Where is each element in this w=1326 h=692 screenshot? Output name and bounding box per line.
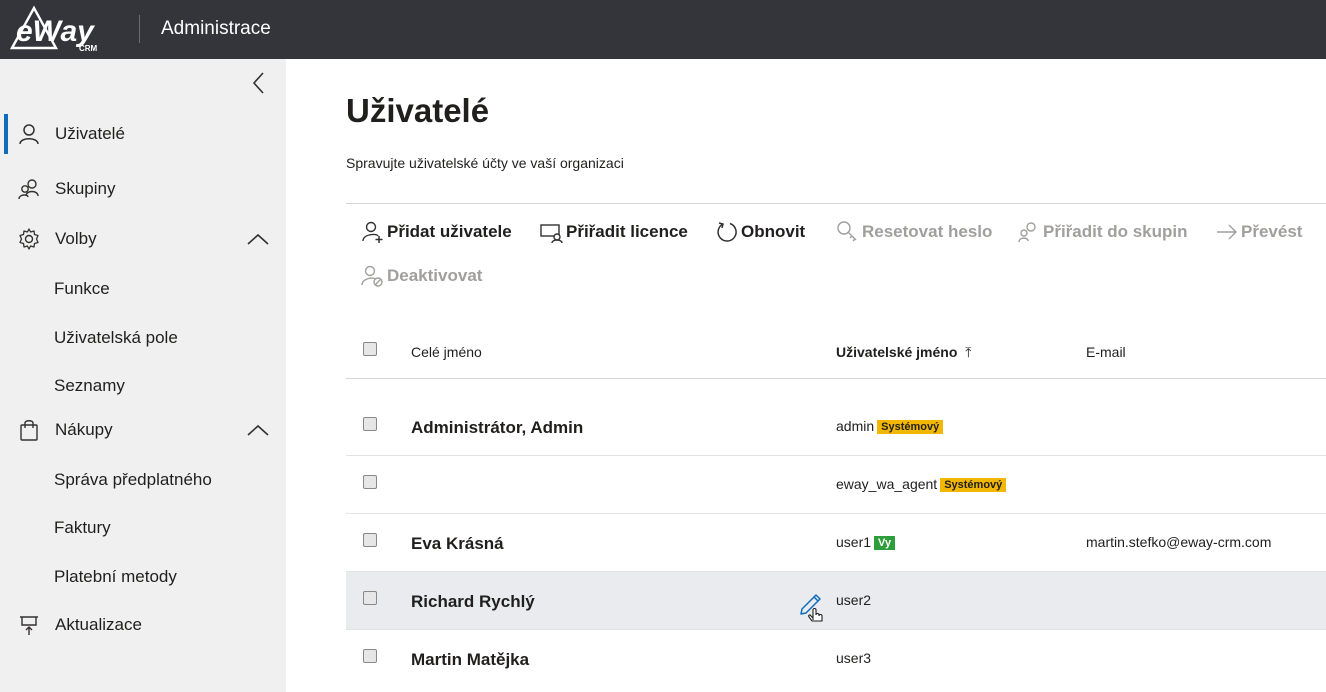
sidebar-item-invoices[interactable]: Faktury <box>0 510 286 544</box>
cell-username: user1 Vy <box>836 534 896 550</box>
row-checkbox[interactable] <box>363 533 377 547</box>
table-row[interactable]: Richard Rychlý user2 <box>346 572 1326 630</box>
sidebar: Uživatelé Skupiny Volby Funkce Uživatels… <box>0 59 286 692</box>
sidebar-item-label: Seznamy <box>54 376 125 395</box>
column-header-username[interactable]: Uživatelské jméno ⤒ <box>836 344 971 361</box>
cell-full-name: Richard Rychlý <box>411 592 535 611</box>
page-subtitle: Spravujte uživatelské účty ve vaší organ… <box>346 155 624 171</box>
chevron-up-icon[interactable] <box>246 229 270 249</box>
sidebar-item-options[interactable]: Volby <box>0 219 286 259</box>
sidebar-item-features[interactable]: Funkce <box>0 271 286 305</box>
cell-full-name: Administrátor, Admin <box>411 418 584 437</box>
user-icon <box>19 124 39 145</box>
logo-subtext: CRM <box>79 44 98 53</box>
page-title: Uživatelé <box>346 92 490 129</box>
sidebar-item-label: Faktury <box>54 518 111 537</box>
assign-license-label: Přiřadit licence <box>566 222 688 241</box>
row-checkbox[interactable] <box>363 591 377 605</box>
row-checkbox[interactable] <box>363 475 377 489</box>
column-header-label: Uživatelské jméno <box>836 344 958 360</box>
row-checkbox[interactable] <box>363 649 377 663</box>
chevron-up-icon[interactable] <box>246 420 270 440</box>
you-badge: Vy <box>874 536 896 550</box>
collapse-sidebar-icon[interactable] <box>248 71 270 95</box>
reset-password-label: Resetovat heslo <box>862 222 993 241</box>
table-row[interactable]: Martin Matějka user3 <box>346 630 1326 688</box>
system-badge: Systémový <box>940 478 1007 492</box>
username-text: eway_wa_agent <box>836 476 938 492</box>
sidebar-item-label: Skupiny <box>55 179 116 198</box>
top-bar: eWay CRM Administrace <box>0 0 1326 59</box>
assign-to-groups-label: Přiřadit do skupin <box>1043 222 1188 241</box>
deactivate-label: Deaktivovat <box>387 266 483 285</box>
select-all-checkbox[interactable] <box>363 342 377 356</box>
assign-group-icon <box>1018 222 1036 243</box>
sidebar-item-updates[interactable]: Aktualizace <box>0 605 286 645</box>
sidebar-item-label: Uživatelská pole <box>54 328 178 347</box>
app-title: Administrace <box>161 18 271 39</box>
group-icon <box>18 179 39 200</box>
sidebar-item-groups[interactable]: Skupiny <box>0 169 286 209</box>
cell-username: admin Systémový <box>836 418 944 434</box>
sidebar-item-label: Uživatelé <box>55 124 125 143</box>
cell-username: eway_wa_agent Systémový <box>836 476 1007 492</box>
shopping-bag-icon <box>20 420 38 441</box>
add-user-icon <box>362 221 383 243</box>
table-row[interactable]: Eva Krásná user1 Vy martin.stefko@eway-cr… <box>346 514 1326 572</box>
table-row[interactable]: eway_wa_agent Systémový <box>346 456 1326 514</box>
topbar-divider <box>139 15 140 43</box>
sidebar-item-label: Platební metody <box>54 567 177 586</box>
reset-password-icon <box>837 221 857 242</box>
eway-logo: eWay CRM <box>9 5 98 53</box>
column-header-email[interactable]: E-mail <box>1086 344 1126 360</box>
username-text: user2 <box>836 592 872 608</box>
cell-full-name: Eva Krásná <box>411 534 504 553</box>
refresh-label: Obnovit <box>741 222 806 241</box>
sidebar-item-label: Správa předplatného <box>54 470 212 489</box>
system-badge: Systémový <box>877 420 944 434</box>
column-header-full-name[interactable]: Celé jméno <box>411 344 482 360</box>
username-text: admin <box>836 418 875 434</box>
row-checkbox[interactable] <box>363 417 377 431</box>
assign-license-icon <box>540 224 563 244</box>
sidebar-item-purchases[interactable]: Nákupy <box>0 410 286 450</box>
cell-username: user2 <box>836 592 871 608</box>
username-text: user1 <box>836 534 872 550</box>
sidebar-item-users[interactable]: Uživatelé <box>0 114 286 154</box>
arrow-right-icon <box>1217 224 1237 240</box>
sidebar-item-label: Aktualizace <box>55 615 142 634</box>
add-user-label: Přidat uživatele <box>387 222 512 241</box>
sidebar-item-payment-methods[interactable]: Platební metody <box>0 559 286 593</box>
cell-full-name: Martin Matějka <box>411 650 530 669</box>
sort-ascending-icon: ⤒ <box>965 344 972 360</box>
refresh-icon <box>717 222 737 242</box>
divider <box>346 203 1326 204</box>
sidebar-item-label: Nákupy <box>55 420 113 439</box>
table-row[interactable]: Administrátor, Admin admin Systémový <box>346 398 1326 456</box>
gear-icon <box>19 228 39 250</box>
sidebar-item-label: Funkce <box>54 279 110 298</box>
edit-pencil-icon[interactable] <box>798 588 828 622</box>
sidebar-item-lists[interactable]: Seznamy <box>0 368 286 402</box>
deactivate-user-icon <box>361 265 383 287</box>
cell-email: martin.stefko@eway-crm.com <box>1086 534 1272 550</box>
table-header-divider <box>346 378 1326 379</box>
username-text: user3 <box>836 650 872 666</box>
cell-username: user3 <box>836 650 871 666</box>
sidebar-item-user-fields[interactable]: Uživatelská pole <box>0 320 286 354</box>
sidebar-item-label: Volby <box>55 229 97 248</box>
sidebar-item-subscription[interactable]: Správa předplatného <box>0 462 286 496</box>
update-icon <box>20 616 38 635</box>
transfer-label: Převést <box>1241 222 1303 241</box>
